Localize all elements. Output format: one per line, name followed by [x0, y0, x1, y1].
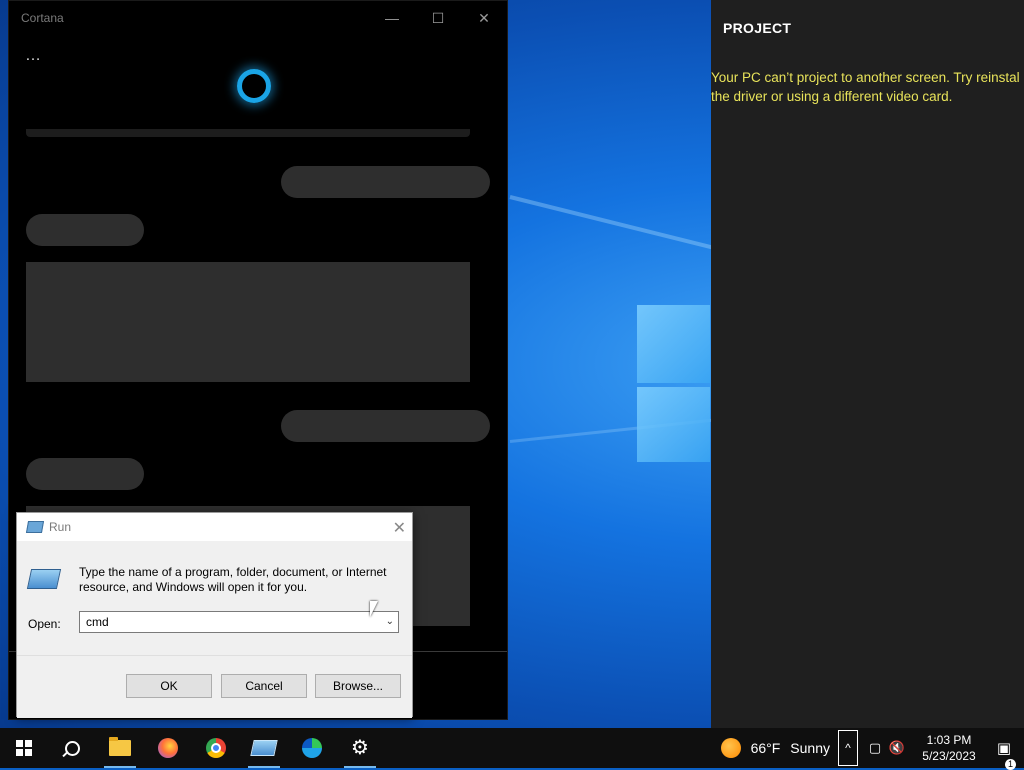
search-icon	[64, 740, 80, 756]
browse-button[interactable]: Browse...	[315, 674, 401, 698]
open-label: Open:	[28, 617, 61, 631]
notification-badge: 1	[1005, 759, 1016, 770]
run-dialog[interactable]: Run ✕ Type the name of a program, folder…	[16, 512, 413, 718]
project-message: Your PC can’t project to another screen.…	[711, 68, 1024, 106]
chat-bubble-cortana	[26, 214, 144, 246]
mouse-cursor-icon	[370, 601, 378, 617]
run-close-button[interactable]: ✕	[393, 518, 406, 538]
clock-time: 1:03 PM	[926, 733, 972, 747]
folder-icon	[109, 737, 131, 756]
notification-center-button[interactable]: ▣ 1	[984, 739, 1024, 770]
run-icon	[250, 740, 278, 756]
gear-icon: ⚙	[351, 737, 369, 759]
system-tray: 66°F Sunny ^ ▢ 🔇 1:03 PM 5/23/2023 ▣ 1	[720, 728, 1024, 770]
taskbar: ⚙ 66°F Sunny ^ ▢ 🔇 1:03 PM 5/23/2023 ▣ 1	[0, 728, 1024, 770]
wallpaper-logo-pane	[637, 305, 710, 383]
run-program-icon	[26, 569, 62, 589]
cancel-button[interactable]: Cancel	[221, 674, 307, 698]
volume-muted-icon[interactable]: 🔇	[886, 740, 908, 756]
more-options-icon[interactable]: …	[25, 47, 42, 65]
weather-temp: 66°F	[750, 740, 781, 756]
run-description: Type the name of a program, folder, docu…	[79, 565, 387, 594]
open-input[interactable]: cmd ⌄	[79, 611, 399, 633]
chevron-down-icon[interactable]: ⌄	[386, 612, 394, 632]
project-panel: PROJECT Your PC can’t project to another…	[711, 0, 1024, 728]
project-message-line: Your PC can’t project to another screen.…	[711, 70, 1020, 85]
sun-icon	[720, 738, 741, 758]
weather-widget[interactable]: 66°F Sunny	[720, 738, 830, 758]
project-message-line: the driver or using a different video ca…	[711, 89, 953, 104]
windows-logo-icon	[16, 740, 32, 756]
network-icon[interactable]: ▢	[864, 740, 886, 756]
close-button[interactable]: ✕	[461, 1, 507, 35]
weather-condition: Sunny	[790, 740, 830, 756]
chat-bubble-user	[281, 410, 490, 442]
wallpaper-logo-pane	[637, 387, 710, 462]
project-title: PROJECT	[723, 20, 792, 36]
taskbar-run[interactable]	[240, 728, 288, 768]
ok-button[interactable]: OK	[126, 674, 212, 698]
taskbar-chrome[interactable]	[192, 728, 240, 768]
firefox-icon	[158, 738, 178, 758]
edge-icon	[302, 738, 322, 758]
minimize-button[interactable]: —	[369, 1, 415, 35]
open-input-value: cmd	[86, 615, 109, 629]
start-button[interactable]	[0, 728, 48, 768]
taskbar-settings[interactable]: ⚙	[336, 728, 384, 768]
chat-bubble-user	[281, 166, 490, 198]
taskbar-firefox[interactable]	[144, 728, 192, 768]
clock-date: 5/23/2023	[922, 749, 976, 763]
cortana-title: Cortana	[21, 11, 64, 25]
taskbar-file-explorer[interactable]	[96, 728, 144, 768]
chat-bubble-cortana	[26, 458, 144, 490]
cortana-titlebar[interactable]: Cortana — ☐ ✕	[9, 1, 507, 35]
taskbar-edge[interactable]	[288, 728, 336, 768]
run-title: Run	[49, 520, 72, 534]
chat-card	[26, 262, 470, 382]
run-icon	[25, 521, 45, 533]
show-hidden-icons-button[interactable]: ^	[838, 730, 858, 766]
clock[interactable]: 1:03 PM 5/23/2023	[914, 732, 984, 764]
search-button[interactable]	[48, 728, 96, 768]
cortana-ring-icon	[237, 69, 271, 103]
run-titlebar[interactable]: Run ✕	[17, 513, 412, 541]
maximize-button[interactable]: ☐	[415, 1, 461, 35]
cortana-divider	[26, 129, 470, 137]
chrome-icon	[206, 738, 226, 758]
notification-icon: ▣	[996, 740, 1012, 757]
run-button-bar: OK Cancel Browse...	[17, 655, 412, 718]
